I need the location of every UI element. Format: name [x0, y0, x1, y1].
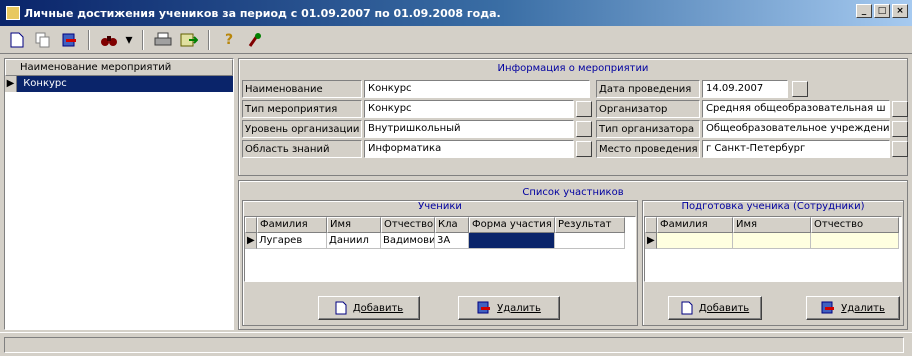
new-icon[interactable] — [6, 29, 28, 51]
place-label: Место проведения — [596, 140, 700, 158]
events-list-header: Наименование мероприятий — [5, 59, 233, 76]
toolbar-separator — [88, 29, 90, 50]
row-indicator-icon: ▶ — [5, 76, 17, 92]
date-label: Дата проведения — [596, 80, 700, 98]
table-cell[interactable]: Даниил — [327, 233, 381, 249]
maximize-button[interactable]: □ — [874, 4, 890, 18]
table-cell-selected[interactable] — [469, 233, 555, 249]
organizer-type-label: Тип организатора — [596, 120, 700, 138]
column-header-lastname[interactable]: Фамилия — [657, 217, 733, 233]
event-info-title: Информация о мероприятии — [497, 63, 649, 74]
add-staff-label: Добавить — [698, 302, 750, 314]
row-indicator-icon: ▶ — [245, 233, 257, 249]
column-header-class[interactable]: Кла — [435, 217, 469, 233]
organizer-type-picker-button[interactable] — [892, 121, 908, 137]
column-header-lastname[interactable]: Фамилия — [257, 217, 327, 233]
area-field[interactable]: Информатика — [364, 140, 574, 158]
binoculars-icon[interactable] — [98, 29, 120, 51]
status-bar — [0, 332, 912, 356]
organizer-type-field[interactable]: Общеобразовательное учреждени — [702, 120, 890, 138]
minimize-button[interactable]: _ — [856, 4, 872, 18]
toolbar-separator — [142, 29, 144, 50]
list-item[interactable]: ▶ Конкурс — [5, 76, 233, 92]
staff-grid: Фамилия Имя Отчество ▶ — [644, 216, 902, 282]
table-cell[interactable] — [733, 233, 811, 249]
column-header-participation[interactable]: Форма участия — [469, 217, 555, 233]
add-student-label: Добавить — [352, 302, 404, 314]
row-indicator-icon: ▶ — [645, 233, 657, 249]
help-icon[interactable]: ? — [218, 29, 240, 51]
level-picker-button[interactable] — [576, 121, 592, 137]
type-picker-button[interactable] — [576, 101, 592, 117]
settings-icon[interactable] — [244, 29, 266, 51]
remove-staff-label: Удалить — [841, 302, 885, 314]
status-panel — [4, 337, 904, 353]
type-field[interactable]: Конкурс — [364, 100, 574, 118]
grid-indicator-header — [245, 217, 257, 233]
column-header-patronymic[interactable]: Отчество — [381, 217, 435, 233]
table-cell[interactable]: 3А — [435, 233, 469, 249]
type-label: Тип мероприятия — [242, 100, 362, 118]
column-header-firstname[interactable]: Имя — [327, 217, 381, 233]
date-picker-button[interactable] — [792, 81, 808, 97]
delete-icon[interactable] — [58, 29, 80, 51]
add-staff-button[interactable]: Добавить — [668, 296, 762, 320]
dropdown-arrow-icon[interactable]: ▾ — [124, 29, 134, 51]
new-icon — [335, 301, 347, 315]
organizer-picker-button[interactable] — [892, 101, 908, 117]
name-field[interactable]: Конкурс — [364, 80, 590, 98]
area-picker-button[interactable] — [576, 141, 592, 157]
window-title: Личные достижения учеников за период с 0… — [24, 6, 501, 20]
date-field[interactable]: 14.09.2007 — [702, 80, 788, 98]
column-header-firstname[interactable]: Имя — [733, 217, 811, 233]
organizer-field[interactable]: Средняя общеобразовательная ш — [702, 100, 890, 118]
staff-title: Подготовка ученика (Сотрудники) — [681, 201, 865, 212]
title-bar: Личные достижения учеников за период с 0… — [0, 0, 912, 26]
table-cell[interactable]: Лугарев — [257, 233, 327, 249]
delete-icon — [477, 301, 491, 314]
column-header-result[interactable]: Результат — [555, 217, 625, 233]
name-label: Наименование — [242, 80, 362, 98]
list-item-label: Конкурс — [23, 78, 67, 89]
export-icon[interactable] — [178, 29, 200, 51]
students-grid: Фамилия Имя Отчество Кла Форма участия Р… — [244, 216, 636, 282]
add-student-button[interactable]: Добавить — [318, 296, 420, 320]
remove-student-button[interactable]: Удалить — [458, 296, 560, 320]
grid-indicator-header — [645, 217, 657, 233]
table-cell[interactable] — [555, 233, 625, 249]
new-icon — [681, 301, 693, 315]
place-picker-button[interactable] — [892, 141, 908, 157]
print-icon[interactable] — [152, 29, 174, 51]
events-list: Наименование мероприятий ▶ Конкурс — [4, 58, 234, 330]
toolbar-separator — [208, 29, 210, 50]
delete-icon — [821, 301, 835, 314]
place-field[interactable]: г Санкт-Петербург — [702, 140, 890, 158]
app-icon — [6, 6, 20, 20]
table-cell[interactable] — [657, 233, 733, 249]
close-button[interactable]: × — [892, 4, 908, 18]
column-header-patronymic[interactable]: Отчество — [811, 217, 899, 233]
participants-title: Список участников — [522, 187, 624, 198]
organizer-label: Организатор — [596, 100, 700, 118]
toolbar: ▾ ? — [0, 26, 912, 54]
area-label: Область знаний — [242, 140, 362, 158]
remove-student-label: Удалить — [497, 302, 541, 314]
table-cell[interactable] — [811, 233, 899, 249]
table-cell[interactable]: Вадимович — [381, 233, 435, 249]
level-label: Уровень организации — [242, 120, 362, 138]
copy-icon[interactable] — [32, 29, 54, 51]
remove-staff-button[interactable]: Удалить — [806, 296, 900, 320]
level-field[interactable]: Внутришкольный — [364, 120, 574, 138]
students-title: Ученики — [418, 201, 462, 212]
